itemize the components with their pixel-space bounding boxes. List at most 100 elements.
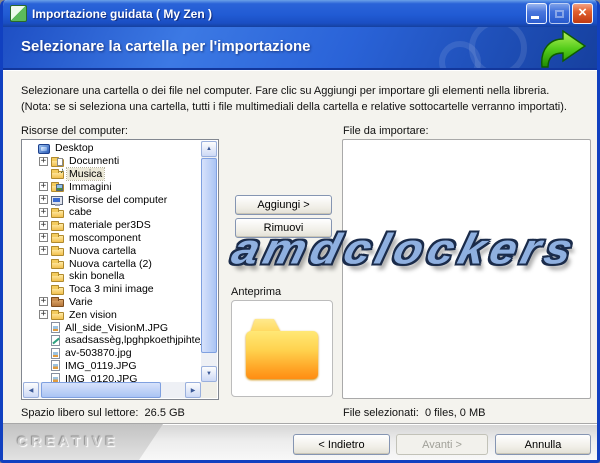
add-button[interactable]: Aggiungi > bbox=[235, 195, 332, 215]
tree-item[interactable]: skin bonella bbox=[23, 270, 201, 283]
tree-item-label: Desktop bbox=[53, 142, 96, 154]
tree-item[interactable]: Musica bbox=[23, 168, 201, 181]
expand-icon[interactable]: + bbox=[39, 182, 48, 191]
selected-files-label: File selezionati: bbox=[343, 407, 419, 419]
next-button[interactable]: Avanti > bbox=[396, 434, 488, 455]
tree-item-label: Toca 3 mini image bbox=[67, 283, 156, 295]
folder-brown-icon bbox=[51, 299, 64, 307]
expand-icon[interactable]: + bbox=[39, 246, 48, 255]
cancel-button[interactable]: Annulla bbox=[495, 434, 591, 455]
tree-item-label: Nuova cartella (2) bbox=[67, 258, 154, 270]
folder-icon bbox=[51, 223, 64, 231]
folder-icon bbox=[51, 261, 64, 269]
folder-icon bbox=[51, 287, 64, 295]
expand-icon[interactable]: + bbox=[39, 221, 48, 230]
instructions-line1: Selezionare una cartella o dei file nel … bbox=[21, 84, 581, 100]
scroll-right-icon[interactable]: ▶ bbox=[185, 382, 201, 398]
image-file-icon bbox=[51, 360, 60, 371]
page-title: Selezionare la cartella per l'importazio… bbox=[21, 38, 311, 55]
expand-icon[interactable]: + bbox=[39, 310, 48, 319]
tree-item[interactable]: Desktop bbox=[23, 142, 201, 155]
tree-item-label: Risorse del computer bbox=[66, 194, 169, 206]
tree-item[interactable]: asadsassèg,lpghpkoethjpihtejpihphte. bbox=[23, 334, 201, 347]
folder-img-icon bbox=[51, 184, 64, 192]
maximize-button[interactable] bbox=[549, 3, 570, 24]
expand-icon[interactable]: + bbox=[39, 297, 48, 306]
tree-item[interactable]: + moscomponent bbox=[23, 232, 201, 245]
image-file-icon bbox=[51, 373, 60, 382]
wizard-header: Selezionare la cartella per l'importazio… bbox=[3, 27, 597, 70]
folder-icon bbox=[51, 210, 64, 218]
back-button[interactable]: < Indietro bbox=[293, 434, 390, 455]
horizontal-scroll-thumb[interactable] bbox=[41, 382, 161, 398]
computer-icon bbox=[51, 196, 63, 205]
green-arrow-icon bbox=[535, 30, 587, 70]
title-bar: Importazione guidata ( My Zen ) × bbox=[3, 0, 597, 27]
tree-item[interactable]: IMG_0119.JPG bbox=[23, 360, 201, 373]
app-icon bbox=[10, 5, 27, 22]
folder-tree: Desktop+DocumentiMusica+Immagini+Risorse… bbox=[23, 141, 201, 382]
tree-item-label: materiale per3DS bbox=[67, 219, 153, 231]
tree-item[interactable]: IMG_0120.JPG bbox=[23, 372, 201, 382]
expand-icon[interactable]: + bbox=[39, 233, 48, 242]
preview-label: Anteprima bbox=[231, 286, 281, 298]
tree-item-label: All_side_VisionM.JPG bbox=[63, 322, 170, 334]
wizard-body: Selezionare una cartella o dei file nel … bbox=[3, 70, 597, 421]
text-file-icon bbox=[51, 335, 60, 346]
orange-folder-icon bbox=[246, 319, 318, 379]
desktop-icon bbox=[38, 144, 50, 154]
folder-music-icon bbox=[51, 171, 64, 179]
footer-bar: CREATIVE < Indietro Avanti > Annulla bbox=[3, 423, 597, 460]
tree-item[interactable]: + Risorse del computer bbox=[23, 193, 201, 206]
tree-item[interactable]: +Nuova cartella bbox=[23, 244, 201, 257]
import-file-list[interactable] bbox=[342, 139, 591, 399]
window-title: Importazione guidata ( My Zen ) bbox=[32, 7, 526, 21]
selected-files-value: 0 files, 0 MB bbox=[425, 407, 486, 419]
scroll-up-icon[interactable]: ▲ bbox=[201, 141, 217, 157]
tree-item[interactable]: av-503870.jpg bbox=[23, 347, 201, 360]
expand-icon[interactable]: + bbox=[39, 157, 48, 166]
minimize-icon bbox=[531, 16, 539, 19]
expand-icon[interactable]: + bbox=[39, 195, 48, 204]
tree-item[interactable]: +Varie bbox=[23, 296, 201, 309]
tree-item[interactable]: +cabe bbox=[23, 206, 201, 219]
free-space-label: Spazio libero sul lettore: bbox=[21, 407, 138, 419]
vertical-scroll-thumb[interactable] bbox=[201, 158, 217, 353]
import-panel-label: File da importare: bbox=[343, 125, 429, 137]
tree-item-label: Musica bbox=[67, 168, 104, 180]
tree-item[interactable]: + materiale per3DS bbox=[23, 219, 201, 232]
folder-icon bbox=[51, 235, 64, 243]
tree-vertical-scrollbar[interactable]: ▲ ▼ bbox=[201, 141, 217, 382]
tree-item[interactable]: + Documenti bbox=[23, 155, 201, 168]
preview-box bbox=[231, 300, 333, 397]
tree-item-label: moscomponent bbox=[67, 232, 143, 244]
tree-item-label: IMG_0120.JPG bbox=[63, 373, 139, 382]
tree-item-label: Documenti bbox=[67, 155, 121, 167]
close-icon: × bbox=[578, 5, 587, 20]
tree-item[interactable]: + Zen vision bbox=[23, 308, 201, 321]
image-file-icon bbox=[51, 348, 60, 359]
remove-button[interactable]: Rimuovi bbox=[235, 218, 332, 238]
tree-item[interactable]: Toca 3 mini image bbox=[23, 283, 201, 296]
tree-item-label: asadsassèg,lpghpkoethjpihtejpihphte. bbox=[63, 334, 201, 346]
tree-item[interactable]: Nuova cartella (2) bbox=[23, 257, 201, 270]
expand-icon[interactable]: + bbox=[39, 208, 48, 217]
scroll-left-icon[interactable]: ◀ bbox=[23, 382, 39, 398]
folder-icon bbox=[51, 248, 64, 256]
selected-files-status: File selezionati: 0 files, 0 MB bbox=[343, 407, 485, 419]
tree-item-label: IMG_0119.JPG bbox=[63, 360, 139, 372]
close-button[interactable]: × bbox=[572, 3, 593, 24]
folder-doc-icon bbox=[51, 159, 64, 167]
tree-horizontal-scrollbar[interactable]: ◀ ▶ bbox=[23, 382, 201, 398]
folder-icon bbox=[51, 274, 64, 282]
minimize-button[interactable] bbox=[526, 3, 547, 24]
tree-item-label: av-503870.jpg bbox=[63, 347, 134, 359]
folder-icon bbox=[51, 312, 64, 320]
scrollbar-corner bbox=[201, 382, 217, 398]
tree-item[interactable]: All_side_VisionM.JPG bbox=[23, 321, 201, 334]
free-space-status: Spazio libero sul lettore: 26.5 GB bbox=[21, 407, 185, 419]
image-file-icon bbox=[51, 322, 60, 333]
tree-item[interactable]: +Immagini bbox=[23, 180, 201, 193]
scroll-down-icon[interactable]: ▼ bbox=[201, 366, 217, 382]
tree-item-label: Zen vision bbox=[67, 309, 119, 321]
